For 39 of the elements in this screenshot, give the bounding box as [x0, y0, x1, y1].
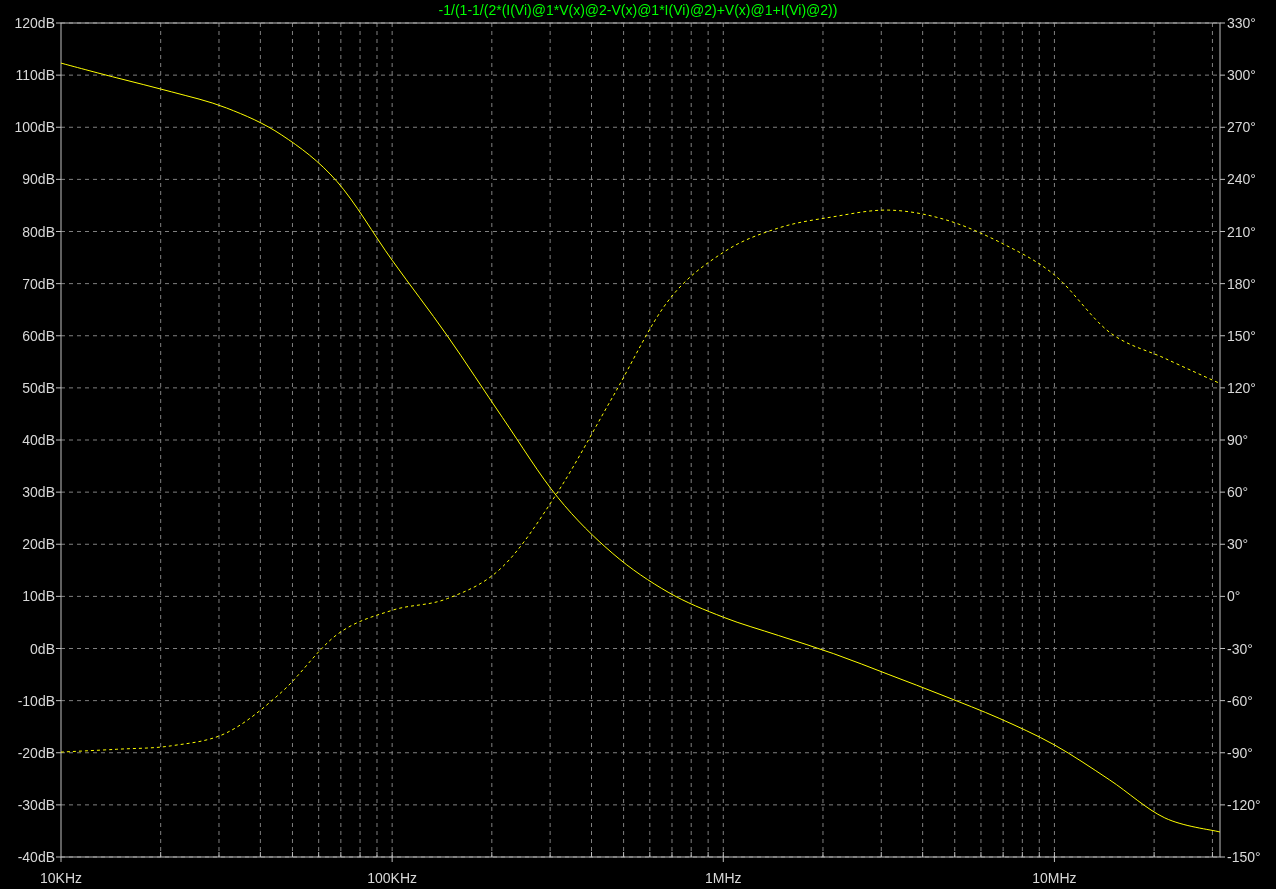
phase-axis-label: 270° [1227, 119, 1256, 136]
y-axis-label: -40dB [17, 849, 55, 865]
y-axis-label: 90dB [22, 171, 55, 188]
phase-axis-label: 210° [1227, 223, 1256, 240]
phase-axis-label: 300° [1227, 67, 1256, 84]
phase-axis-label: 330° [1227, 15, 1256, 31]
phase-axis-label: 150° [1227, 327, 1256, 344]
y-axis-label: 70dB [22, 275, 55, 292]
frequency-axis-label: 10MHz [1032, 870, 1077, 886]
frequency-axis-label: 10KHz [40, 870, 82, 886]
y-axis-label: 60dB [22, 327, 55, 344]
y-axis-label: 50dB [22, 379, 55, 396]
frequency-axis-label: 100KHz [367, 870, 418, 886]
phase-axis-label: -120° [1227, 796, 1261, 813]
y-axis-label: -20dB [17, 744, 55, 761]
y-axis-label: -10dB [17, 692, 55, 709]
frequency-axis-label: 1MHz [705, 870, 742, 886]
y-axis-label: 30dB [22, 484, 55, 501]
phase-axis-label: -150° [1227, 849, 1261, 865]
phase-axis-label: 30° [1227, 536, 1249, 553]
phase-axis-label: 240° [1227, 171, 1256, 188]
y-axis-label: 100dB [14, 119, 55, 136]
phase-axis-label: -90° [1227, 744, 1253, 761]
y-axis-label: 80dB [22, 223, 55, 240]
chart-title: -1/(1-1/(2*(I(Vi)@1*V(x)@2-V(x)@1*I(Vi)@2)+V(x)@1+I(Vi)@2)) [438, 2, 838, 18]
y-axis-label: 10dB [22, 588, 55, 605]
phase-axis-label: -30° [1227, 640, 1253, 657]
y-axis-label: -30dB [17, 796, 55, 813]
phase-axis-label: -60° [1227, 692, 1253, 709]
y-axis-label: 40dB [22, 432, 55, 448]
phase-axis-label: 90° [1227, 432, 1249, 448]
y-axis-label: 110dB [15, 67, 55, 84]
phase-axis-label: 0° [1227, 588, 1241, 605]
phase-axis-label: 120° [1227, 379, 1256, 396]
phase-axis-label: 180° [1227, 275, 1256, 292]
y-axis-label: 20dB [22, 536, 55, 553]
phase-axis-label: 60° [1227, 484, 1249, 501]
y-axis-label: 120dB [14, 15, 55, 31]
y-axis-label: 0dB [30, 640, 55, 657]
